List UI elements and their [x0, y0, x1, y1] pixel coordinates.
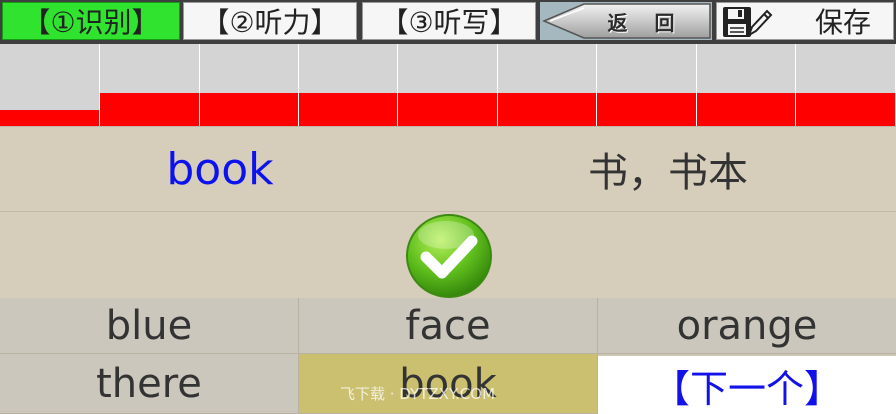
save-button[interactable]: 保存 — [716, 2, 894, 40]
option-book[interactable]: book — [299, 354, 598, 414]
progress-cell — [299, 44, 398, 126]
progress-cell — [796, 44, 896, 126]
option-orange[interactable]: orange — [598, 298, 896, 354]
progress-fill — [299, 93, 397, 126]
progress-bars — [0, 44, 896, 126]
progress-cell — [398, 44, 498, 126]
progress-cell — [697, 44, 796, 126]
option-face[interactable]: face — [299, 298, 598, 354]
progress-fill — [200, 93, 298, 126]
progress-fill — [498, 93, 596, 126]
word-display: book 书，书本 — [0, 126, 896, 212]
tab-recognize[interactable]: 【①识别】 — [2, 2, 180, 40]
progress-cell — [200, 44, 299, 126]
progress-fill — [597, 93, 696, 126]
progress-fill — [796, 93, 895, 126]
progress-cell — [100, 44, 200, 126]
option-there[interactable]: there — [0, 354, 299, 414]
save-disk-icon — [723, 7, 773, 38]
option-blue[interactable]: blue — [0, 298, 299, 354]
progress-cell — [597, 44, 697, 126]
progress-cell — [498, 44, 597, 126]
progress-cell — [0, 44, 100, 126]
save-button-label: 保存 — [814, 6, 871, 39]
check-icon — [406, 214, 492, 298]
chinese-meaning: 书，书本 — [588, 150, 748, 196]
progress-fill — [0, 110, 99, 126]
next-button[interactable]: 【下一个】 — [598, 356, 896, 414]
back-button-label: 返 回 — [607, 10, 685, 35]
progress-fill — [100, 93, 199, 126]
progress-fill — [697, 93, 795, 126]
back-button[interactable]: 返 回 — [540, 2, 712, 40]
tab-dictation[interactable]: 【③听写】 — [362, 2, 536, 40]
tab-listening[interactable]: 【②听力】 — [183, 2, 357, 40]
top-toolbar: 【①识别】 【②听力】 【③听写】 返 回 保存 — [0, 0, 896, 44]
app-window: 【①识别】 【②听力】 【③听写】 返 回 保存 book 书，书本 blue … — [0, 0, 896, 414]
english-word: book — [166, 143, 274, 195]
progress-fill — [398, 93, 497, 126]
